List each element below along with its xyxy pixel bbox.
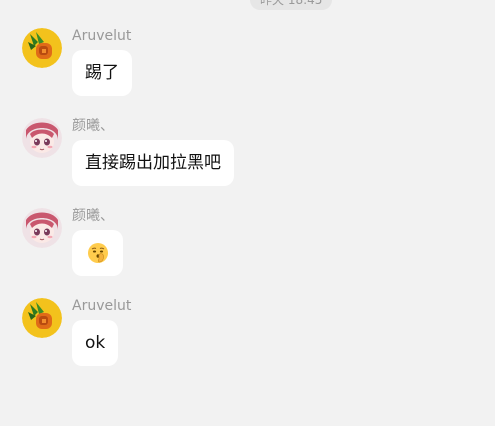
avatar-image	[22, 118, 62, 158]
avatar[interactable]	[22, 118, 62, 158]
avatar-image	[22, 28, 62, 68]
avatar[interactable]	[22, 298, 62, 338]
avatar[interactable]	[22, 28, 62, 68]
sender-name: Aruvelut	[72, 28, 132, 44]
sender-name: 颜曦、	[72, 208, 114, 224]
message-bubble[interactable]: 直接踢出加拉黑吧	[72, 140, 234, 186]
sender-name: 颜曦、	[72, 118, 114, 134]
avatar-image	[22, 298, 62, 338]
message-bubble[interactable]	[72, 230, 123, 276]
sender-name: Aruvelut	[72, 298, 132, 314]
message-bubble[interactable]: ok	[72, 320, 119, 366]
chat-view: 昨天 18:45 Aruvelut 踢了 颜曦、 直接踢出加拉黑吧 颜曦、 Ar…	[0, 0, 495, 426]
pleading-face-emoji-icon	[87, 243, 108, 263]
avatar[interactable]	[22, 208, 62, 248]
message-bubble[interactable]: 踢了	[72, 50, 132, 96]
timestamp-badge: 昨天 18:45	[250, 0, 333, 10]
avatar-image	[22, 208, 62, 248]
